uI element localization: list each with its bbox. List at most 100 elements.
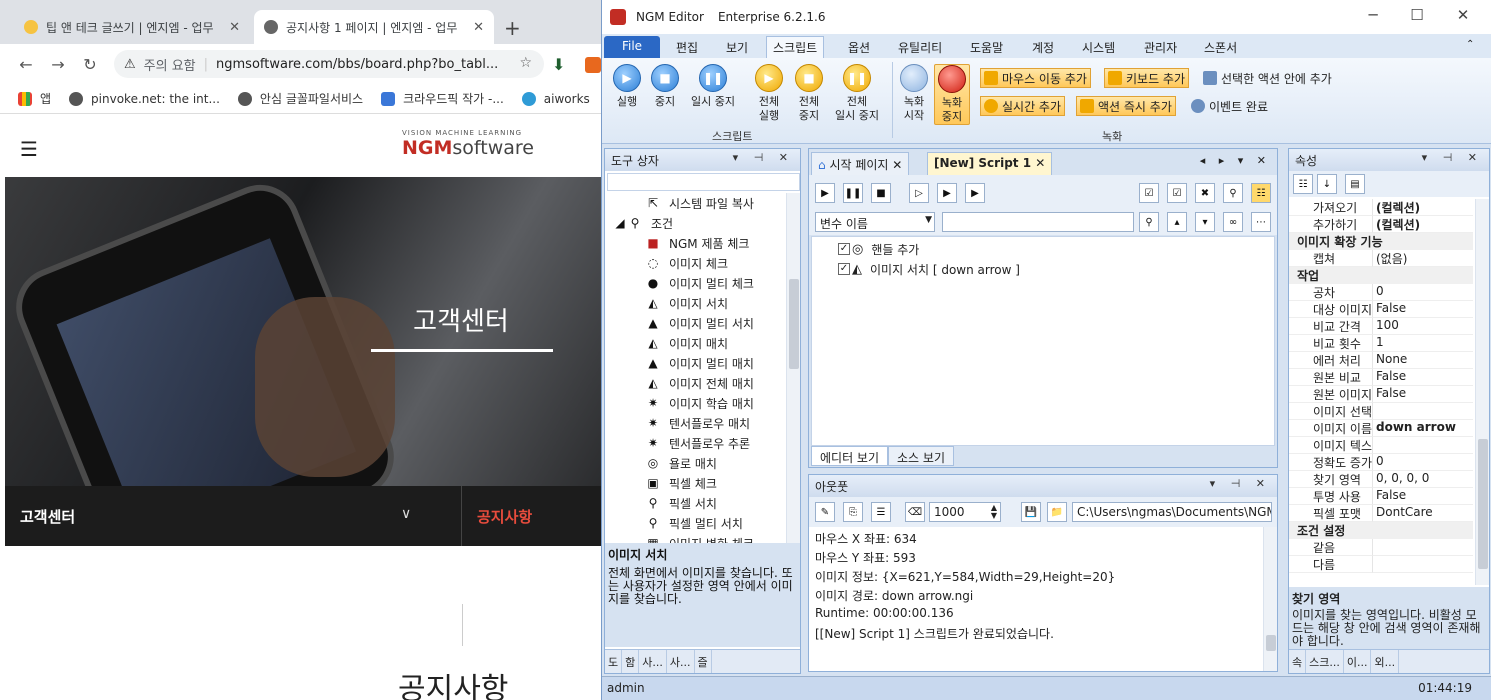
property-category[interactable]: 조건 설정 <box>1289 522 1473 539</box>
eraser-icon[interactable]: ⌫ <box>905 502 925 522</box>
property-row[interactable]: 원본 이미지 False <box>1289 386 1473 403</box>
tree-view-icon[interactable]: ☷ <box>1251 183 1271 203</box>
property-row[interactable]: 같음 <box>1289 539 1473 556</box>
folder-icon[interactable]: 📁 <box>1047 502 1067 522</box>
toolbox-scrollbar[interactable] <box>786 193 800 543</box>
maximize-button[interactable]: ☐ <box>1402 6 1432 24</box>
bottom-tab[interactable]: 외... <box>1371 650 1400 673</box>
log-path-input[interactable]: C:\Users\ngmas\Documents\NGM6\ <box>1072 502 1272 522</box>
property-value[interactable]: False <box>1373 488 1473 505</box>
bottom-tab[interactable]: 스크... <box>1306 650 1344 673</box>
property-row[interactable]: 비교 횟수 1 <box>1289 335 1473 352</box>
new-tab-button[interactable]: + <box>504 16 521 40</box>
tab-account[interactable]: 계정 <box>1032 36 1054 58</box>
property-row[interactable]: 추가하기 (컬렉션) <box>1289 216 1473 233</box>
property-value[interactable]: False <box>1373 386 1473 403</box>
document-controls[interactable]: ◂ ▸ ▾ ✕ <box>1200 154 1271 167</box>
property-row[interactable]: 비교 간격 100 <box>1289 318 1473 335</box>
browser-tab-tips[interactable]: 팁 앤 테크 글쓰기 | 엔지엠 - 업무 ✕ <box>14 10 250 44</box>
subnav-section[interactable]: 고객센터 <box>20 506 75 527</box>
editor-view-tab[interactable]: 에디터 보기 <box>811 446 889 466</box>
output-scrollbar[interactable] <box>1263 527 1277 671</box>
tree-item[interactable]: ● 이미지 멀티 체크 <box>605 273 785 293</box>
property-row[interactable]: 이미지 이름 down arrow <box>1289 420 1473 437</box>
tree-item[interactable]: ◌ 이미지 체크 <box>605 253 785 273</box>
add-realtime-button[interactable]: 실시간 추가 <box>980 96 1066 116</box>
delete-icon[interactable]: ✖ <box>1195 183 1215 203</box>
properties-scrollbar[interactable] <box>1475 199 1489 585</box>
chevron-down-icon[interactable]: ∨ <box>401 506 411 522</box>
subnav-current[interactable]: 공지사항 <box>477 506 532 527</box>
back-icon[interactable]: ← <box>10 55 42 74</box>
add-keyboard-button[interactable]: 키보드 추가 <box>1104 68 1190 88</box>
sort-az-icon[interactable]: ↓ <box>1317 174 1337 194</box>
bottom-tab[interactable]: 속 <box>1289 650 1307 673</box>
tab-sponsor[interactable]: 스폰서 <box>1204 36 1237 58</box>
bottom-tab[interactable]: 사... <box>667 650 695 673</box>
property-row[interactable]: 투명 사용 False <box>1289 488 1473 505</box>
property-row[interactable]: 이미지 텍스트 <box>1289 437 1473 454</box>
property-row[interactable]: 찾기 영역 0, 0, 0, 0 <box>1289 471 1473 488</box>
bookmark-apps[interactable]: 앱 <box>18 90 51 107</box>
bookmark-star-icon[interactable]: ☆ <box>519 55 532 71</box>
add-action-now-button[interactable]: 액션 즉시 추가 <box>1076 96 1176 116</box>
check-icon[interactable]: ☑ <box>1167 183 1187 203</box>
property-value[interactable]: 0, 0, 0, 0 <box>1373 471 1473 488</box>
property-category[interactable]: 이미지 확장 기능 <box>1289 233 1473 250</box>
tree-item[interactable]: ▲ 이미지 멀티 서치 <box>605 313 785 333</box>
stop-icon[interactable]: ■ <box>871 183 891 203</box>
bookmark-font[interactable]: 안심 글꼴파일서비스 <box>237 90 363 107</box>
extension-icon[interactable] <box>585 57 601 73</box>
stop-button[interactable]: ■ 중지 <box>650 64 680 109</box>
tree-item[interactable]: ✷ 이미지 학습 매치 <box>605 393 785 413</box>
tree-item[interactable]: ■ NGM 제품 체크 <box>605 233 785 253</box>
bottom-tab[interactable]: 즐 <box>695 650 712 673</box>
property-value[interactable]: down arrow <box>1373 420 1473 437</box>
pause-icon[interactable]: ❚❚ <box>843 183 863 203</box>
tree-item[interactable]: ◭ 이미지 매치 <box>605 333 785 353</box>
tab-options[interactable]: 옵션 <box>848 36 870 58</box>
property-row[interactable]: 가져오기 (컬렉션) <box>1289 199 1473 216</box>
save-icon[interactable]: 💾 <box>1021 502 1041 522</box>
tree-item[interactable]: ⚲ 픽셀 서치 <box>605 493 785 513</box>
event-complete-button[interactable]: 이벤트 완료 <box>1188 96 1271 116</box>
bottom-tab[interactable]: 이... <box>1344 650 1372 673</box>
tab-script[interactable]: 스크립트 <box>766 36 825 58</box>
move-up-icon[interactable]: ▴ <box>1167 212 1187 232</box>
property-value[interactable]: DontCare <box>1373 505 1473 522</box>
property-row[interactable]: 원본 비교 False <box>1289 369 1473 386</box>
step-icon[interactable]: ▷ <box>909 183 929 203</box>
record-start-button[interactable]: 녹화 시작 <box>898 64 930 123</box>
play-icon[interactable]: ▶ <box>815 183 835 203</box>
tree-item[interactable]: ▲ 이미지 멀티 매치 <box>605 353 785 373</box>
source-view-tab[interactable]: 소스 보기 <box>888 446 954 466</box>
property-category[interactable]: 작업 <box>1289 267 1473 284</box>
forward-icon[interactable]: → <box>42 55 74 74</box>
tree-item[interactable]: ▣ 픽셀 체크 <box>605 473 785 493</box>
loop-icon[interactable]: ∞ <box>1223 212 1243 232</box>
property-value[interactable]: (컬렉션) <box>1373 199 1473 216</box>
move-down-icon[interactable]: ▾ <box>1195 212 1215 232</box>
add-in-selected-action-button[interactable]: 선택한 액션 안에 추가 <box>1200 68 1335 88</box>
filter-input[interactable] <box>942 212 1134 232</box>
bookmark-crowdpic[interactable]: 크라우드픽 작가 -... <box>381 90 504 107</box>
collapse-ribbon-icon[interactable]: ⌃ <box>1466 36 1474 58</box>
bookmark-aiworks[interactable]: aiworks <box>521 91 590 106</box>
check-all-icon[interactable]: ☑ <box>1139 183 1159 203</box>
run-all-button[interactable]: ▶ 전체 실행 <box>752 64 786 123</box>
property-value[interactable]: False <box>1373 369 1473 386</box>
download-extension-icon[interactable]: ⬇ <box>552 55 565 74</box>
tree-item[interactable]: ◎ 욜로 매치 <box>605 453 785 473</box>
stop-all-button[interactable]: ■ 전체 중지 <box>792 64 826 123</box>
tree-item[interactable]: ⇱ 시스템 파일 복사 <box>605 193 785 213</box>
search-icon[interactable]: ⚲ <box>1139 212 1159 232</box>
tab-file[interactable]: File <box>604 36 660 58</box>
close-icon[interactable]: ✕ <box>473 20 484 35</box>
property-value[interactable] <box>1373 539 1473 556</box>
browser-tab-notice[interactable]: 공지사항 1 페이지 | 엔지엠 - 업무 ✕ <box>254 10 494 44</box>
panel-controls[interactable]: ▾ ⊣ ✕ <box>733 151 794 164</box>
step-into-icon[interactable]: ▶ <box>937 183 957 203</box>
property-value[interactable]: None <box>1373 352 1473 369</box>
site-logo[interactable]: VISION MACHINE LEARNING NGMsoftware <box>402 129 534 159</box>
list-icon[interactable]: ☰ <box>871 502 891 522</box>
